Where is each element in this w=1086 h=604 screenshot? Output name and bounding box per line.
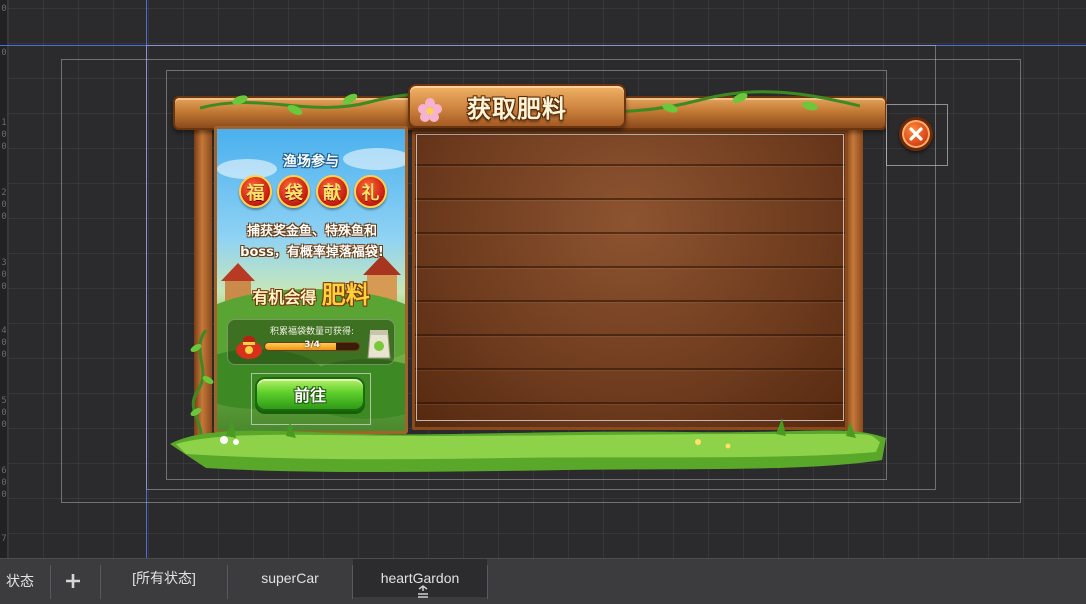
ad-reward-line: 有机会得 肥料 [217,275,405,310]
fudai-title-row: 福 袋 献 礼 [239,175,387,209]
ruler-number: 1 [1,118,7,128]
add-state-button[interactable] [60,567,86,595]
grass-ground [170,418,886,472]
ruler-number: 0 [1,478,7,488]
content-area-selection [416,134,844,421]
ruler-number: 3 [1,258,7,268]
ruler-number: 0 [1,282,7,292]
lucky-bag-icon [236,336,262,359]
ruler-number: 6 [1,466,7,476]
progress-count: 3/4 [304,340,320,350]
ad-description-line: boss，有概率掉落福袋! [240,245,384,260]
tab-all-states[interactable]: [所有状态] [101,559,227,597]
fudai-char: 福 [239,175,272,208]
ruler-number: 0 [1,338,7,348]
ruler-number: 0 [1,212,7,222]
progress-label: 积累福袋数量可获得: [270,327,355,337]
flower-icon [418,98,442,122]
ruler-number: 0 [1,420,7,430]
state-label: 状态 [6,574,34,590]
ruler-number: 0 [1,270,7,280]
ruler-number: 0 [1,48,7,58]
fudai-progress-box: 积累福袋数量可获得: 3/4 [227,319,395,365]
ruler-number: 0 [1,490,7,500]
close-x-icon [909,127,923,141]
ruler-number: 0 [1,408,7,418]
vertical-ruler: 0 0 1 0 0 2 0 0 3 0 0 4 0 0 5 0 0 6 0 0 … [0,0,8,558]
go-button-label: 前往 [255,377,365,411]
close-button[interactable] [886,104,948,166]
fudai-char: 献 [315,175,349,208]
drag-handle-icon[interactable] [416,585,430,599]
ruler-number: 2 [1,188,7,198]
ruler-number: 0 [1,350,7,360]
editor-canvas[interactable]: 0 0 1 0 0 2 0 0 3 0 0 4 0 0 5 0 0 6 0 0 … [0,0,1086,558]
reward-item: 肥料 [321,281,370,309]
dialog-title: 获取肥料 [467,94,567,123]
ruler-number: 7 [1,534,7,544]
ad-description: 捕获奖金鱼、特殊鱼和 boss，有概率掉落福袋! [225,221,399,263]
ad-description-line: 捕获奖金鱼、特殊鱼和 [246,224,377,239]
close-button-face [899,117,933,151]
state-tab-bar: 状态 [所有状态] superCar heartGardon [0,558,1086,604]
tab-divider [50,565,51,599]
ruler-number: 4 [1,326,7,336]
ruler-number: 0 [1,4,7,14]
fudai-char: 礼 [353,175,387,208]
ruler-number: 0 [1,142,7,152]
ruler-number: 5 [1,396,7,406]
ruler-number: 0 [1,130,7,140]
fudai-char: 袋 [277,175,311,208]
tab-supercar[interactable]: superCar [228,559,352,597]
ruler-number: 0 [1,200,7,210]
reward-prefix: 有机会得 [252,288,317,307]
event-ad-card: 渔场参与 福 袋 献 礼 捕获奖金鱼、特殊鱼和 boss，有概率掉落福袋! 有机… [214,126,408,434]
fertilizer-bag-icon [367,330,391,359]
tab-divider [487,565,488,599]
plus-icon [66,574,80,588]
ad-subtitle: 渔场参与 [283,154,339,170]
